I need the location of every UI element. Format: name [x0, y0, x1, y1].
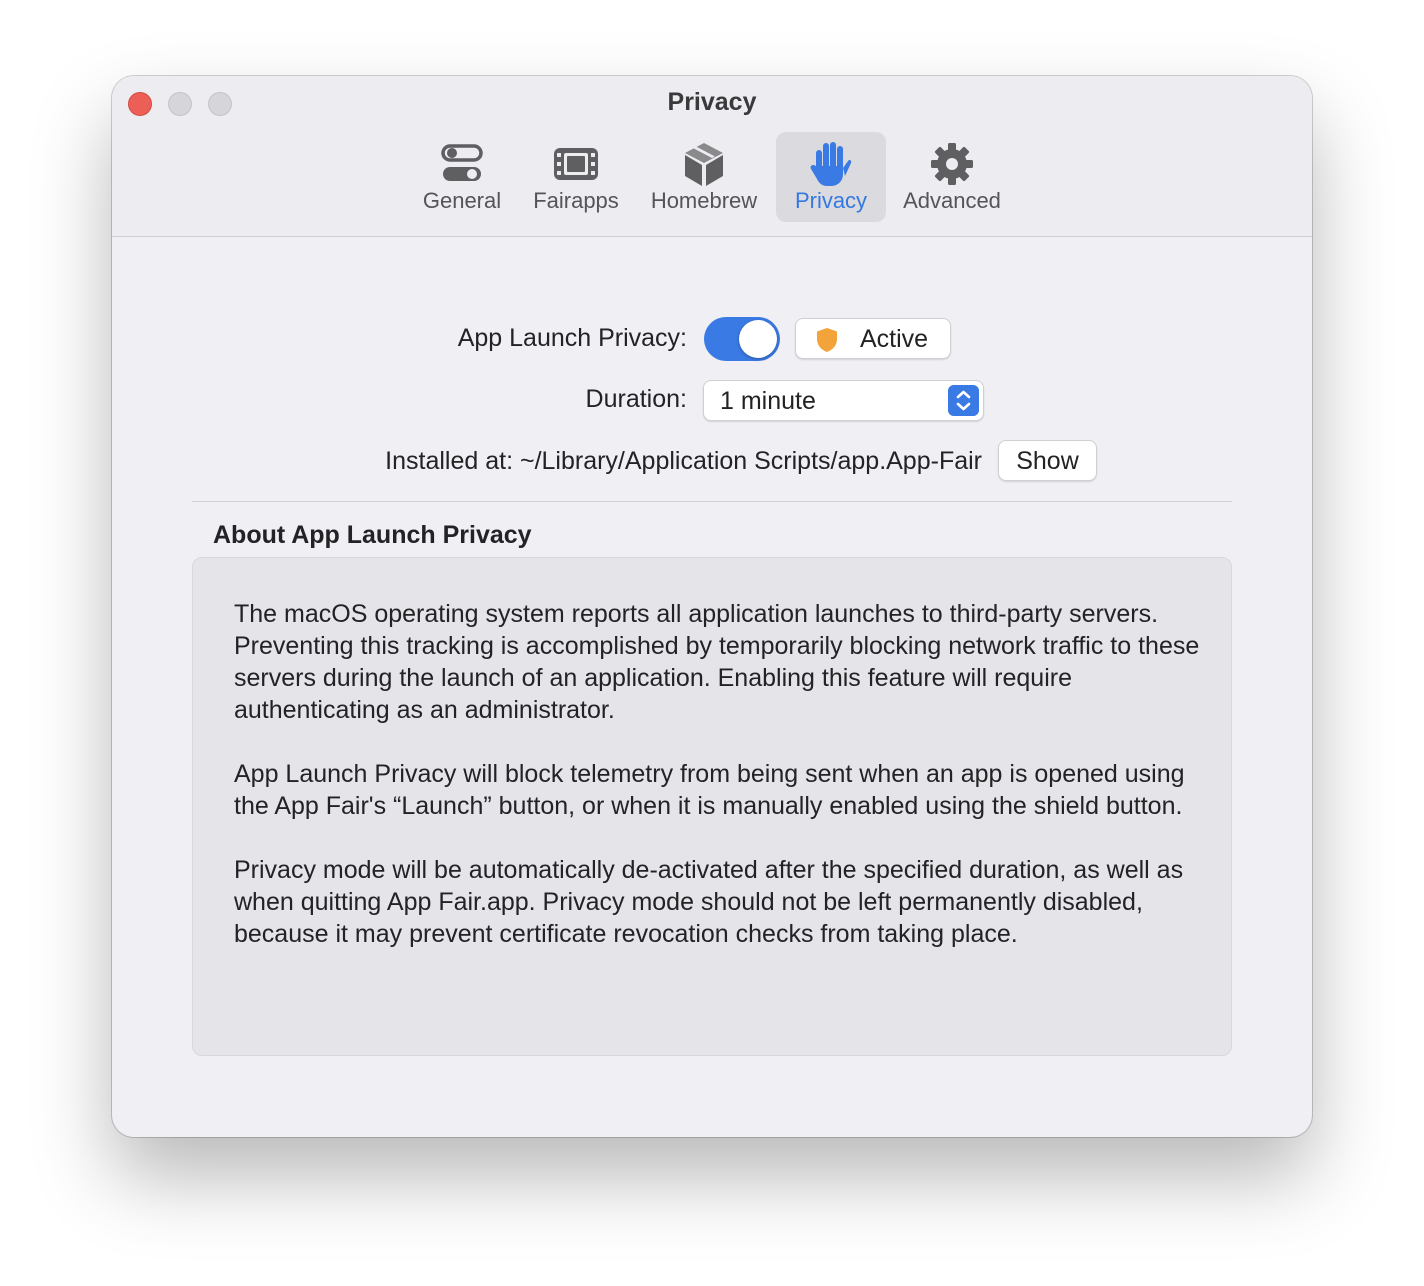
about-paragraph: App Launch Privacy will block telemetry …	[234, 760, 1185, 820]
about-section-title: About App Launch Privacy	[213, 521, 532, 549]
duration-select[interactable]: 1 minute	[703, 380, 984, 421]
tab-general-label: General	[422, 188, 502, 213]
gear-icon	[931, 143, 973, 185]
tab-homebrew-label: Homebrew	[650, 188, 758, 213]
launch-privacy-label: App Launch Privacy:	[457, 324, 687, 352]
shield-icon	[817, 328, 837, 352]
toggle-knob	[739, 320, 777, 358]
show-button[interactable]: Show	[998, 440, 1097, 481]
tab-fairapps-label: Fairapps	[533, 188, 619, 213]
about-text: The macOS operating system reports all a…	[234, 598, 1214, 982]
about-paragraph: Privacy mode will be automatically de-ac…	[234, 856, 1184, 948]
about-description-box: The macOS operating system reports all a…	[192, 557, 1232, 1056]
privacy-status-button[interactable]: Active	[795, 318, 951, 359]
package-icon	[685, 143, 723, 186]
tab-general[interactable]: General	[410, 132, 514, 222]
privacy-status-label: Active	[860, 325, 929, 353]
installed-path-label: Installed at: ~/Library/Application Scri…	[385, 447, 982, 475]
hand-raised-icon	[810, 142, 852, 186]
launch-privacy-toggle[interactable]	[704, 317, 780, 361]
show-button-label: Show	[1016, 447, 1079, 475]
film-icon	[554, 148, 598, 180]
duration-value: 1 minute	[720, 387, 816, 415]
tab-privacy-label: Privacy	[794, 188, 868, 213]
chevron-up-down-icon	[948, 385, 979, 416]
tab-advanced-label: Advanced	[903, 188, 1001, 213]
preferences-tab-bar: General Fairapps Homebrew Privacy Advanc…	[112, 132, 1312, 222]
section-divider	[192, 501, 1232, 502]
switches-icon	[441, 144, 483, 181]
toolbar: Privacy General Fairapps Homebrew Privac…	[112, 76, 1312, 237]
tab-fairapps[interactable]: Fairapps	[524, 132, 628, 222]
tab-homebrew[interactable]: Homebrew	[638, 132, 770, 222]
tab-advanced[interactable]: Advanced	[892, 132, 1012, 222]
window-title: Privacy	[667, 88, 757, 116]
preferences-window: Privacy General Fairapps Homebrew Privac…	[112, 76, 1312, 1137]
about-paragraph: The macOS operating system reports all a…	[234, 600, 1200, 724]
tab-privacy[interactable]: Privacy	[776, 132, 886, 222]
duration-label: Duration:	[585, 385, 687, 413]
